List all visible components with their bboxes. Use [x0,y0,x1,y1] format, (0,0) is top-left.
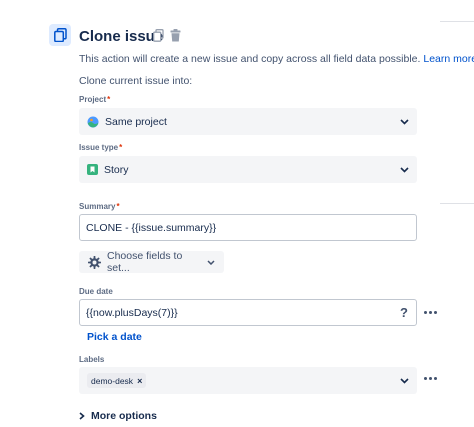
labels-more-icon[interactable] [424,377,437,380]
divider-top [440,21,474,22]
copy-icon[interactable] [153,29,164,47]
issue-type-value: Story [104,163,129,176]
due-date-label: Due date [79,287,113,296]
page-title: Clone issue [79,28,164,45]
labels-label: Labels [79,355,105,364]
label-tag-text: demo-desk [91,375,134,386]
summary-value: CLONE - {{issue.summary}} [86,221,217,234]
project-globe-icon [87,116,99,128]
description-text: This action will create a new issue and … [79,53,421,65]
summary-input[interactable]: CLONE - {{issue.summary}} [79,214,417,241]
choose-fields-label: Choose fields to set... [107,250,183,274]
project-value: Same project [105,115,167,128]
due-date-value: {{now.plusDays(7)}} [86,306,178,319]
pick-date-link[interactable]: Pick a date [87,331,142,343]
delete-icon[interactable] [170,29,181,47]
more-options-label: More options [91,410,157,422]
summary-label: Summary* [79,202,120,211]
project-select[interactable]: Same project [79,108,417,135]
clone-subheading: Clone current issue into: [79,75,193,87]
more-options-toggle[interactable]: More options [79,410,157,422]
chevron-down-icon [400,116,409,128]
story-icon [87,164,98,175]
required-marker: * [119,143,123,152]
clone-action-icon [49,24,71,46]
project-label: Project* [79,95,110,104]
summary-label-text: Summary [79,202,116,211]
choose-fields-button[interactable]: Choose fields to set... [79,250,224,274]
required-marker: * [107,95,111,104]
divider-bottom [440,203,474,204]
chevron-right-icon [79,412,85,420]
action-description: This action will create a new issue and … [79,53,474,65]
help-icon[interactable]: ? [400,305,410,320]
required-marker: * [116,202,120,211]
issue-type-label: Issue type* [79,143,122,152]
learn-more-link[interactable]: Learn more. [423,53,474,65]
chevron-down-icon [400,164,409,176]
due-date-more-icon[interactable] [424,311,437,314]
label-tag: demo-desk × [87,373,147,388]
project-label-text: Project [79,95,107,104]
chevron-down-icon [400,375,409,387]
chevron-down-icon [207,259,215,265]
issue-type-select[interactable]: Story [79,156,417,183]
gear-icon [88,255,101,269]
labels-select[interactable]: demo-desk × [79,367,417,394]
title-actions [153,29,181,47]
issue-type-label-text: Issue type [79,143,119,152]
due-date-input[interactable]: {{now.plusDays(7)}} ? [79,299,417,326]
remove-tag-icon[interactable]: × [137,376,142,386]
